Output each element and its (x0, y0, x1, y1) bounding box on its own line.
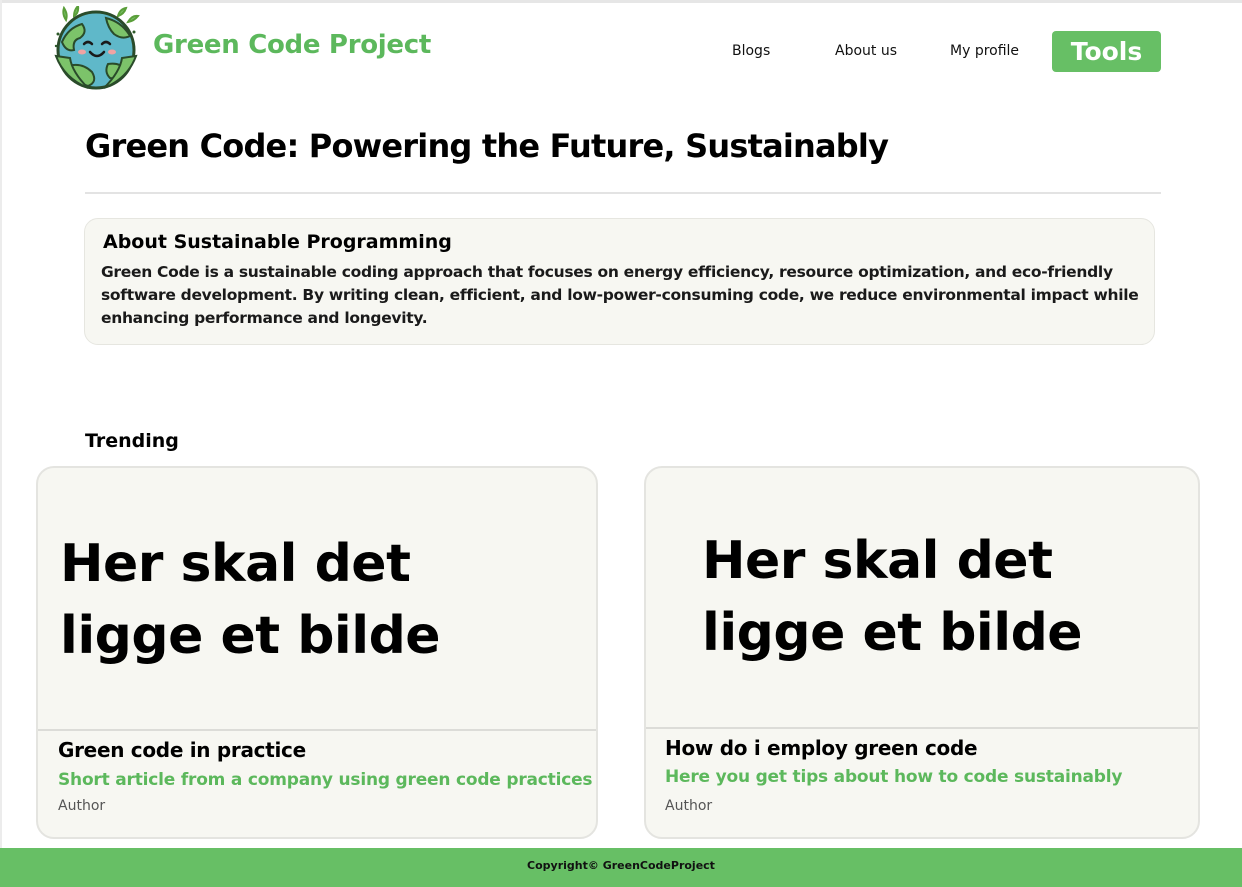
card-description[interactable]: Short article from a company using green… (58, 770, 593, 790)
about-text: Green Code is a sustainable coding appro… (101, 263, 1139, 327)
footer: Copyright© GreenCodeProject (0, 848, 1242, 887)
nav-blogs-link[interactable]: Blogs (732, 43, 770, 59)
card-author: Author (58, 798, 106, 814)
nav-profile-link[interactable]: My profile (950, 43, 1019, 59)
brand-name[interactable]: Green Code Project (153, 30, 431, 60)
card-image-text: Her skal det ligge et bilde (60, 534, 441, 666)
card-author: Author (665, 798, 713, 814)
title-divider (85, 192, 1161, 194)
about-heading: About Sustainable Programming (103, 231, 452, 253)
card-title[interactable]: How do i employ green code (665, 736, 978, 760)
trending-heading: Trending (85, 430, 179, 452)
nav-about-link[interactable]: About us (835, 43, 897, 59)
left-border (0, 0, 2, 850)
trending-card[interactable]: Her skal det ligge et bilde How do i emp… (644, 466, 1200, 839)
smiling-earth-icon[interactable] (48, 3, 144, 92)
footer-copyright: Copyright© GreenCodeProject (527, 859, 715, 872)
card-description[interactable]: Here you get tips about how to code sust… (665, 767, 1122, 787)
card-title[interactable]: Green code in practice (58, 738, 306, 762)
trending-card[interactable]: Her skal det ligge et bilde Green code i… (36, 466, 598, 839)
top-border (0, 0, 1242, 3)
card-image-text: Her skal det ligge et bilde (702, 531, 1083, 663)
about-section: About Sustainable Programming Green Code… (84, 218, 1155, 345)
card-image-placeholder: Her skal det ligge et bilde (646, 468, 1198, 729)
page-title: Green Code: Powering the Future, Sustain… (85, 127, 889, 165)
tools-button[interactable]: Tools (1052, 31, 1161, 72)
card-image-placeholder: Her skal det ligge et bilde (38, 468, 596, 731)
